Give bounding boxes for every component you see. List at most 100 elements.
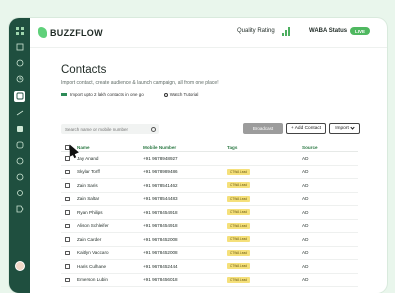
tags-cell: CTWA Lead	[227, 195, 302, 202]
table-body: Jay Anand +91 9678948927 AD Skylar Torff +91…	[61, 152, 358, 287]
tags-cell: CTWA Lead	[227, 168, 302, 175]
contact-source: AD	[302, 277, 309, 283]
header-tags[interactable]: Tags	[227, 145, 302, 150]
help-icon[interactable]	[15, 157, 24, 166]
contact-source: AD	[302, 223, 309, 229]
header-mobile[interactable]: Mobile Number	[143, 145, 227, 150]
settings-icon[interactable]	[15, 189, 24, 198]
contact-mobile: +91 9678454918	[143, 223, 178, 229]
tags-cell: CTWA Lead	[227, 276, 302, 283]
table-row[interactable]: Haris Culhane +91 9678452444 CTWA Lead AD	[61, 260, 358, 274]
row-checkbox-cell	[61, 223, 73, 228]
table-row[interactable]: Alison Schleifer +91 9678454918 CTWA Lead A…	[61, 220, 358, 233]
row-checkbox[interactable]	[65, 169, 70, 174]
live-badge: LIVE	[350, 27, 371, 35]
tags-cell: CTWA Lead	[227, 236, 302, 243]
table-row[interactable]: Ryan Philips +91 9678454918 CTWA Lead AD	[61, 206, 358, 220]
contact-mobile: +91 9678989486	[143, 169, 178, 175]
search-icon[interactable]	[151, 126, 156, 132]
table-header: Name Mobile Number Tags Source	[61, 144, 358, 152]
import-button[interactable]: Import	[329, 123, 360, 134]
search-box[interactable]	[61, 124, 159, 134]
search-input[interactable]	[65, 126, 145, 132]
row-checkbox[interactable]	[65, 250, 70, 255]
row-checkbox[interactable]	[65, 264, 70, 269]
row-checkbox-cell	[61, 196, 73, 201]
tags-cell: CTWA Lead	[227, 209, 302, 216]
tag-badge: CTWA Lead	[227, 276, 251, 283]
contact-name: Zain Carder	[77, 236, 102, 242]
row-checkbox[interactable]	[65, 223, 70, 228]
row-checkbox[interactable]	[65, 210, 70, 215]
audience-icon[interactable]	[14, 90, 25, 102]
broadcast-icon[interactable]	[15, 109, 24, 118]
row-checkbox-cell	[61, 237, 73, 242]
row-checkbox-cell	[61, 250, 73, 255]
contact-mobile: +91 9678452444	[143, 263, 178, 269]
import-label: Import	[335, 126, 349, 131]
topbar: BUZZFLOW Quality Rating WABA Status LIVE	[30, 18, 387, 48]
table-row[interactable]: Zain Carder +91 9678452008 CTWA Lead AD	[61, 233, 358, 247]
contact-name: Jay Anand	[77, 155, 99, 161]
row-checkbox[interactable]	[65, 183, 70, 188]
table-row[interactable]: Skylar Torff +91 9678989486 CTWA Lead AD	[61, 166, 358, 179]
tags-cell: CTWA Lead	[227, 263, 302, 270]
tag-badge: CTWA Lead	[227, 222, 251, 229]
contact-name: Emerson Lubin	[77, 277, 108, 283]
table-row[interactable]: Zain Saris +91 9678541462 CTWA Lead AD	[61, 179, 358, 193]
chevron-down-icon	[350, 125, 355, 130]
contact-mobile: +91 9678948927	[143, 155, 178, 161]
tag-badge: CTWA Lead	[227, 209, 251, 216]
contact-name: Zain Saris	[77, 182, 98, 188]
header-name[interactable]: Name	[73, 145, 143, 150]
tags-cell: CTWA Lead	[227, 182, 302, 189]
row-checkbox-cell	[61, 156, 73, 161]
contact-source: AD	[302, 196, 309, 202]
table-row[interactable]: Zain Saltar +91 9678544483 CTWA Lead AD	[61, 193, 358, 206]
contacts-icon[interactable]	[15, 43, 24, 52]
row-checkbox[interactable]	[65, 277, 70, 282]
contact-mobile: +91 9678544483	[143, 196, 178, 202]
contact-mobile: +91 9678454918	[143, 209, 178, 215]
contact-source: AD	[302, 155, 309, 161]
app-window: BUZZFLOW Quality Rating WABA Status LIVE…	[9, 18, 387, 293]
facebook-icon[interactable]	[15, 125, 24, 134]
excel-icon	[61, 93, 67, 96]
contact-mobile: +91 9678452008	[143, 236, 178, 242]
instagram-icon[interactable]	[15, 141, 24, 150]
table-row[interactable]: Emerson Lubin +91 9678456018 CTWA Lead AD	[61, 274, 358, 287]
whatsapp-icon[interactable]	[15, 173, 24, 182]
chat-icon[interactable]	[15, 59, 24, 68]
row-checkbox-cell	[61, 183, 73, 188]
waba-status-label: WABA Status	[309, 28, 348, 34]
tag-icon[interactable]	[15, 205, 24, 214]
tag-badge: CTWA Lead	[227, 236, 251, 243]
row-checkbox[interactable]	[65, 196, 70, 201]
clock-icon[interactable]	[15, 75, 24, 84]
contact-source: AD	[302, 250, 309, 256]
table-row[interactable]: Kaitlyn Vaccaro +91 9678452008 CTWA Lead AD	[61, 247, 358, 260]
tag-badge: CTWA Lead	[227, 168, 251, 175]
import-info: Import upto 2 lakh contacts in one go Wa…	[61, 92, 198, 97]
table-row[interactable]: Jay Anand +91 9678948927 AD	[61, 152, 358, 166]
watch-tutorial-link[interactable]: Watch Tutorial	[163, 92, 199, 97]
grid-icon[interactable]	[15, 27, 24, 36]
tutorial-text: Watch Tutorial	[169, 92, 199, 97]
add-contact-button[interactable]: + Add Contact	[286, 123, 326, 134]
play-icon	[163, 92, 168, 97]
contact-mobile: +91 9678541462	[143, 182, 178, 188]
row-checkbox[interactable]	[65, 237, 70, 242]
contact-mobile: +91 9678452008	[143, 250, 178, 256]
tag-badge: CTWA Lead	[227, 263, 251, 270]
contact-name: Alison Schleifer	[77, 223, 109, 229]
tags-cell: CTWA Lead	[227, 222, 302, 229]
row-checkbox-cell	[61, 277, 73, 282]
header-source[interactable]: Source	[302, 145, 342, 150]
avatar[interactable]	[14, 261, 25, 271]
contacts-table: Name Mobile Number Tags Source Jay Anand…	[61, 144, 358, 287]
row-checkbox[interactable]	[65, 156, 70, 161]
broadcast-button[interactable]: Broadcast	[243, 123, 283, 134]
main-content: Contacts Import contact, create audience…	[30, 48, 387, 293]
contact-name: Zain Saltar	[77, 196, 100, 202]
contact-source: AD	[302, 169, 309, 175]
